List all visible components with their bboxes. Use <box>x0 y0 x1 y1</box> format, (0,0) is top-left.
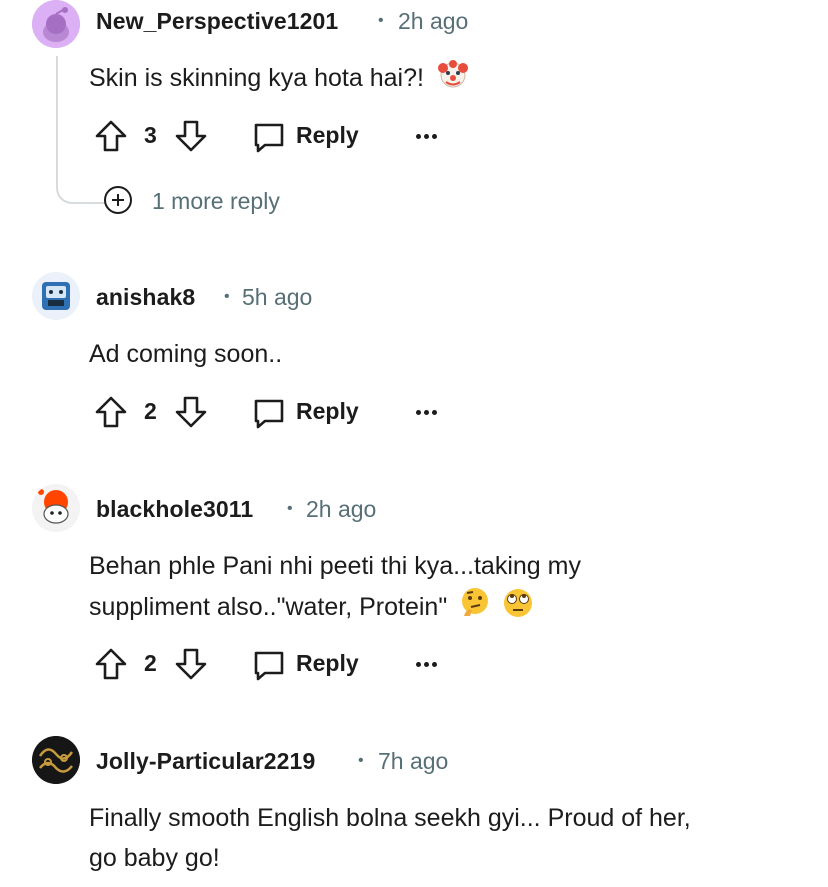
comment-text-line-1: Finally smooth English bolna seekh gyi..… <box>89 804 691 832</box>
upvote-icon <box>95 648 127 680</box>
upvote-button[interactable] <box>93 646 129 682</box>
vote-score: 2 <box>144 650 157 676</box>
avatar[interactable] <box>32 0 80 48</box>
comment-body: Behan phle Pani nhi peeti thi kya...taki… <box>89 546 799 632</box>
separator-dot: • <box>224 288 230 305</box>
more-options-button[interactable] <box>416 124 442 150</box>
vote-score: 2 <box>144 398 157 424</box>
more-replies-button[interactable]: 1 more reply <box>104 186 324 218</box>
plus-circle-icon <box>104 186 132 214</box>
avatar[interactable] <box>32 736 80 784</box>
downvote-icon <box>175 396 207 428</box>
timestamp: 5h ago <box>242 284 313 310</box>
username[interactable]: blackhole3011 <box>96 496 253 523</box>
separator-dot: • <box>358 752 364 769</box>
reply-label: Reply <box>296 122 359 148</box>
ornament-avatar-icon <box>32 736 80 784</box>
upvote-icon <box>95 396 127 428</box>
reply-button[interactable]: Reply <box>251 646 381 686</box>
more-options-button[interactable] <box>416 652 442 678</box>
comment-actions: 2 Reply <box>93 646 473 686</box>
speech-bubble-icon <box>254 651 284 681</box>
upvote-button[interactable] <box>93 394 129 430</box>
reply-button[interactable]: Reply <box>251 394 381 434</box>
snoo-avatar-icon <box>32 484 80 532</box>
avatar[interactable] <box>32 272 80 320</box>
thinking-face-icon <box>458 586 492 632</box>
comment-body: Skin is skinning kya hota hai?! <box>89 58 799 103</box>
username[interactable]: anishak8 <box>96 284 195 311</box>
comment-body: Ad coming soon.. <box>89 334 799 374</box>
clown-face-icon <box>437 59 469 103</box>
speech-bubble-icon <box>254 123 284 153</box>
more-options-button[interactable] <box>416 400 442 426</box>
comment-text-line-2: go baby go! <box>89 844 220 872</box>
reply-label: Reply <box>296 650 359 676</box>
downvote-icon <box>175 120 207 152</box>
separator-dot: • <box>287 500 293 517</box>
separator-dot: • <box>378 12 384 29</box>
comment-text: Ad coming soon.. <box>89 340 283 368</box>
upvote-icon <box>95 120 127 152</box>
avatar[interactable] <box>32 484 80 532</box>
downvote-button[interactable] <box>173 394 209 430</box>
more-replies-label: 1 more reply <box>152 188 280 214</box>
username[interactable]: Jolly-Particular2219 <box>96 748 315 775</box>
comment-actions: 2 Reply <box>93 394 473 434</box>
robot-avatar-icon <box>32 272 80 320</box>
speech-bubble-icon <box>254 399 284 429</box>
downvote-icon <box>175 648 207 680</box>
snoo-avatar-icon <box>32 0 80 48</box>
vote-score: 3 <box>144 122 157 148</box>
comment-text: Skin is skinning kya hota hai?! <box>89 64 424 92</box>
timestamp: 7h ago <box>378 748 449 774</box>
timestamp: 2h ago <box>398 8 469 34</box>
username[interactable]: New_Perspective1201 <box>96 8 338 35</box>
comment-body: Finally smooth English bolna seekh gyi..… <box>89 798 799 878</box>
comment-text-line-2-text: suppliment also.."water, Protein" <box>89 593 448 621</box>
reply-label: Reply <box>296 398 359 424</box>
comment-actions: 3 Reply <box>93 118 473 158</box>
comment-text-line-1: Behan phle Pani nhi peeti thi kya...taki… <box>89 552 581 580</box>
eye-roll-face-icon <box>501 586 535 632</box>
upvote-button[interactable] <box>93 118 129 154</box>
reply-button[interactable]: Reply <box>251 118 381 158</box>
downvote-button[interactable] <box>173 646 209 682</box>
comment-text-line-2: suppliment also.."water, Protein" <box>89 586 799 632</box>
downvote-button[interactable] <box>173 118 209 154</box>
timestamp: 2h ago <box>306 496 377 522</box>
